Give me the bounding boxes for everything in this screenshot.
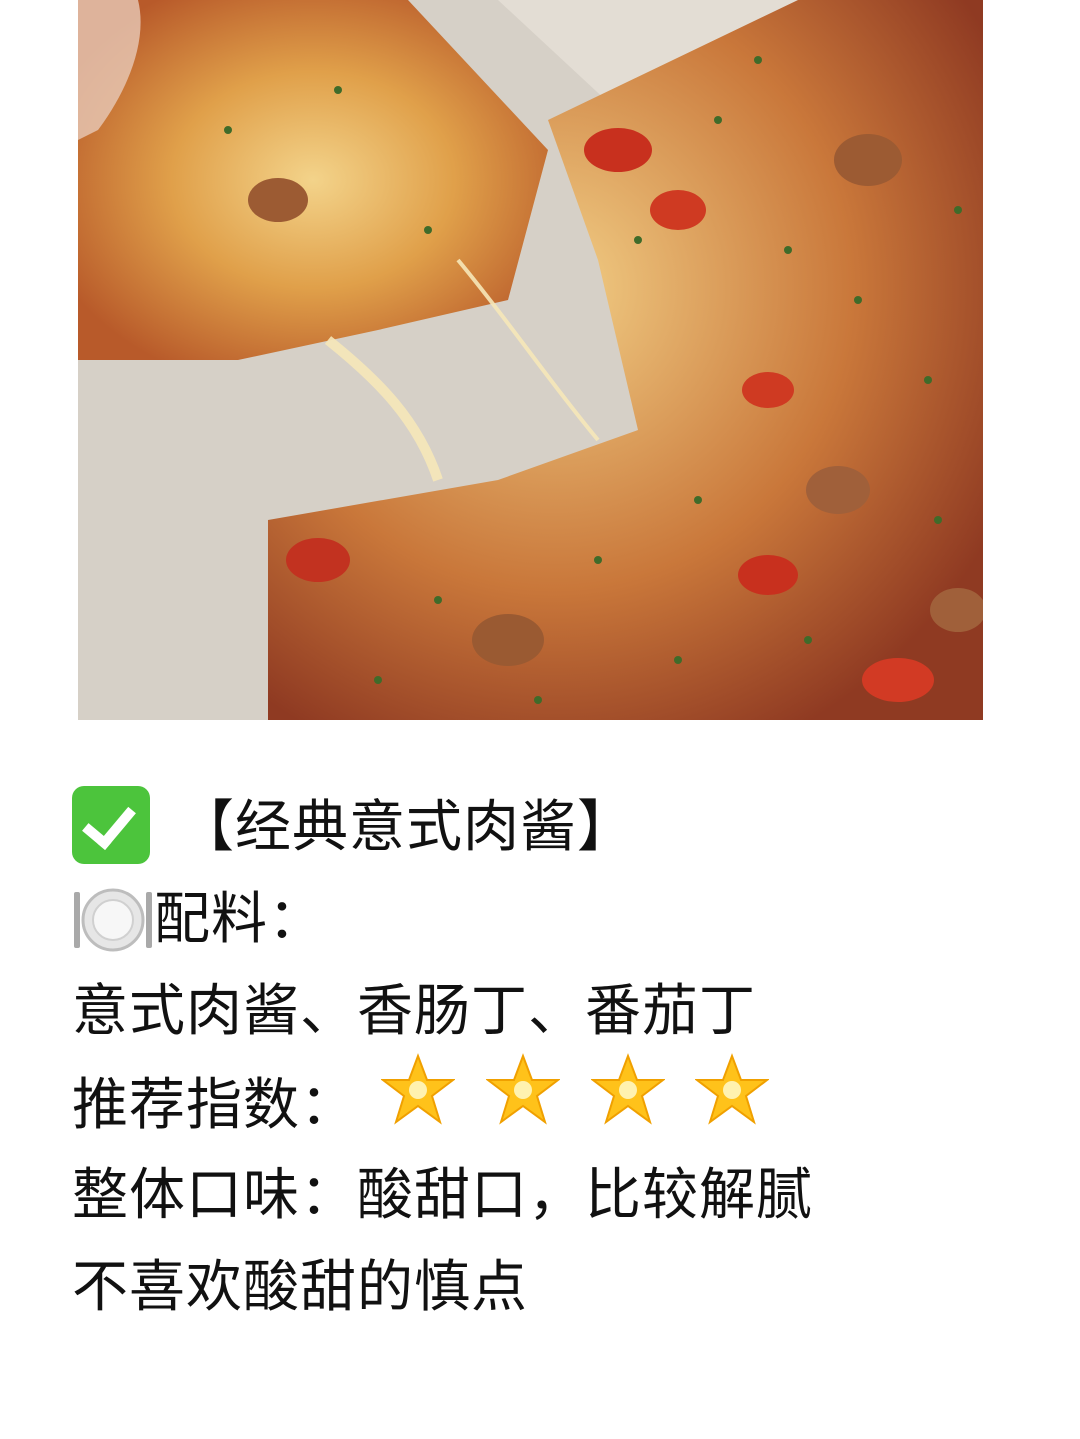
glowing-star-icon (380, 1052, 456, 1126)
pizza-photo (78, 0, 983, 720)
plate-with-cutlery-icon (72, 884, 154, 954)
title-line: 【经典意式肉酱】 (72, 782, 634, 874)
rating-stars (380, 1052, 781, 1154)
rating-line: 推荐指数： (72, 1053, 781, 1150)
ingredients-text: 意式肉酱、香肠丁、番茄丁 (72, 979, 756, 1044)
ingredients-label: 配料： (154, 887, 325, 952)
rating-label: 推荐指数： (72, 1073, 357, 1139)
check-mark-icon (72, 785, 150, 864)
note-text: 不喜欢酸甜的慎点 (72, 1255, 528, 1320)
pizza-photo-drawing (78, 0, 983, 720)
glowing-star-icon (484, 1052, 561, 1126)
post-title: 【经典意式肉酱】 (178, 795, 634, 860)
ingredients-label-line: 配料： (72, 874, 325, 966)
glowing-star-icon (694, 1052, 771, 1126)
glowing-star-icon (589, 1052, 666, 1126)
taste-text: 整体口味：酸甜口，比较解腻 (72, 1163, 813, 1228)
